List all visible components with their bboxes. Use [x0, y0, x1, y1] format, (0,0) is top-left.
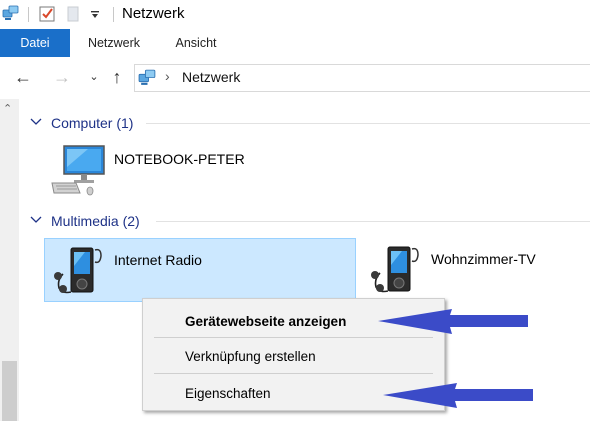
properties-icon[interactable] [39, 6, 56, 26]
new-folder-icon[interactable] [66, 6, 80, 25]
desktop-computer-icon [50, 145, 106, 200]
group-divider [156, 221, 590, 222]
device-item-notebook-peter[interactable]: NOTEBOOK-PETER [48, 140, 278, 200]
menu-separator [154, 373, 433, 374]
collapse-chevron-icon[interactable] [30, 113, 42, 134]
menu-item-verknuepfung-erstellen[interactable]: Verknüpfung erstellen [144, 344, 443, 368]
group-divider [146, 123, 590, 124]
back-arrow-icon[interactable]: ← [13, 67, 33, 87]
navigation-bar: ← → ⌄ ↑ › Netzwerk [0, 57, 590, 99]
group-label: Multimedia (2) [51, 213, 140, 229]
recent-locations-chevron-icon[interactable]: ⌄ [84, 67, 104, 87]
tab-ansicht[interactable]: Ansicht [162, 29, 230, 57]
network-icon [138, 68, 157, 90]
device-name: Wohnzimmer-TV [431, 251, 536, 267]
navigation-pane-scrollbar[interactable]: ⌃ [0, 99, 19, 421]
toolbar-divider [28, 7, 29, 22]
window-title: Netzwerk [122, 5, 185, 22]
breadcrumb-location[interactable]: Netzwerk [182, 69, 240, 85]
scrollbar-thumb[interactable] [2, 361, 17, 421]
toolbar-divider [113, 7, 114, 22]
tab-netzwerk[interactable]: Netzwerk [78, 29, 150, 57]
annotation-arrow-icon [383, 383, 533, 408]
breadcrumb-chevron-icon[interactable]: › [165, 68, 170, 84]
media-player-icon [366, 241, 422, 300]
forward-arrow-icon[interactable]: → [52, 67, 72, 87]
customize-toolbar-chevron-icon[interactable] [90, 8, 100, 23]
device-name: NOTEBOOK-PETER [114, 151, 245, 167]
media-player-icon [49, 242, 105, 301]
menu-separator [154, 337, 433, 338]
tab-datei[interactable]: Datei [0, 29, 70, 57]
address-bar[interactable]: › Netzwerk [134, 64, 590, 92]
collapse-chevron-icon[interactable] [30, 211, 42, 232]
device-item-internet-radio[interactable]: Internet Radio [44, 238, 356, 302]
up-arrow-icon[interactable]: ↑ [107, 67, 127, 87]
annotation-arrow-icon [378, 309, 528, 334]
group-label: Computer (1) [51, 115, 134, 131]
scroll-up-icon[interactable]: ⌃ [3, 102, 12, 115]
title-bar: Netzwerk [0, 0, 590, 29]
ribbon: Datei Netzwerk Ansicht [0, 29, 590, 58]
network-icon [2, 4, 20, 25]
device-item-wohnzimmer-tv[interactable]: Wohnzimmer-TV [362, 238, 590, 302]
device-name: Internet Radio [114, 252, 202, 268]
